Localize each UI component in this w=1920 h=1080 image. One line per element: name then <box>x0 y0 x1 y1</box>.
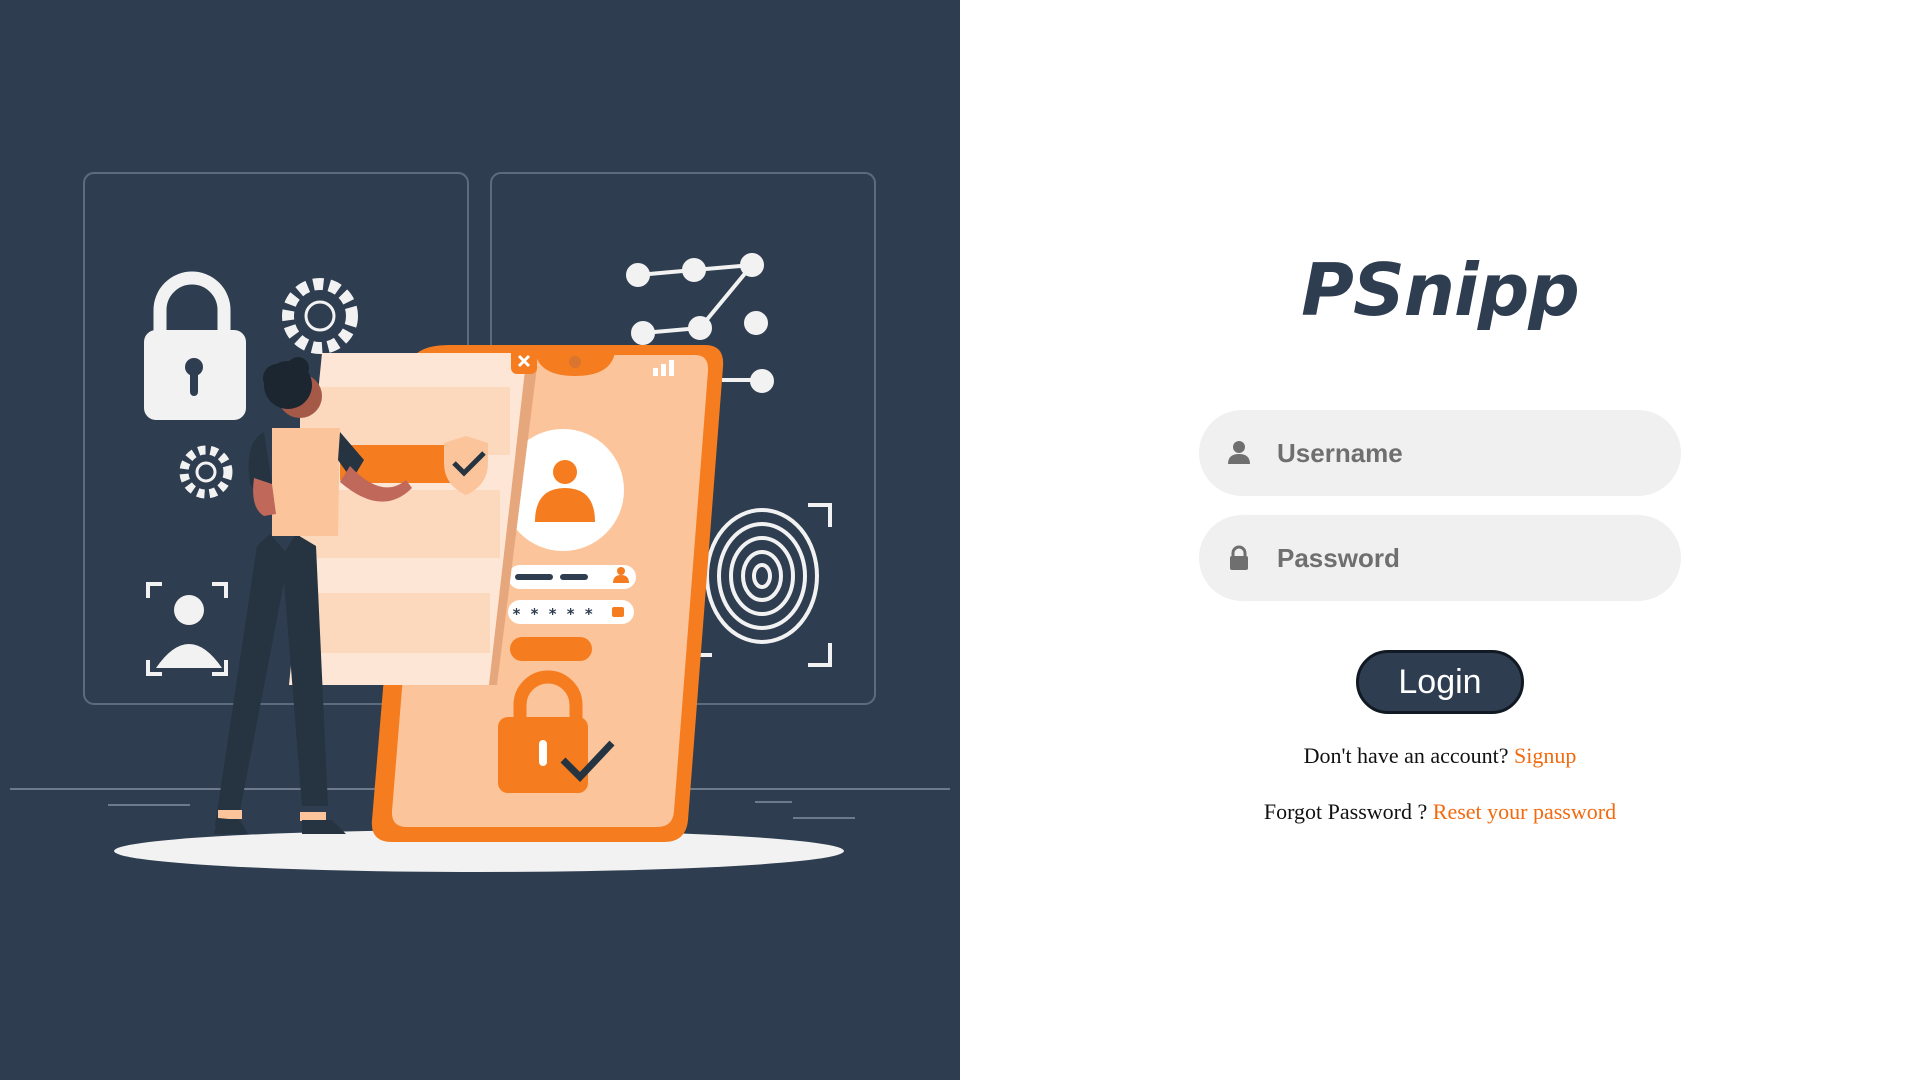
user-icon <box>553 460 577 484</box>
reset-password-link[interactable]: Reset your password <box>1433 799 1616 824</box>
forgot-prompt: Forgot Password ? <box>1263 799 1428 824</box>
fingerprint-icon <box>698 496 832 667</box>
password-field[interactable]: Password <box>1199 515 1681 601</box>
security-illustration: * * * * * <box>10 172 950 872</box>
user-icon <box>1228 441 1250 464</box>
signup-link[interactable]: Signup <box>1514 743 1576 768</box>
illustration-panel: * * * * * <box>0 0 960 1080</box>
svg-text:* * * * *: * * * * * <box>512 605 593 623</box>
brand-logo: PSnipp <box>1301 248 1580 332</box>
login-button[interactable]: Login <box>1356 650 1524 714</box>
login-panel: PSnipp Username Password Login Don't hav… <box>960 0 1920 1080</box>
face-id-icon <box>146 582 228 676</box>
lock-icon <box>1230 545 1248 570</box>
password-placeholder: Password <box>1277 543 1400 573</box>
username-field[interactable]: Username <box>1199 410 1681 496</box>
signup-row: Don't have an account? Signup <box>960 743 1920 769</box>
padlock-icon <box>144 271 246 420</box>
forgot-password-row: Forgot Password ? Reset your password <box>960 799 1920 825</box>
username-placeholder: Username <box>1277 438 1403 468</box>
signup-prompt: Don't have an account? <box>1303 743 1509 768</box>
